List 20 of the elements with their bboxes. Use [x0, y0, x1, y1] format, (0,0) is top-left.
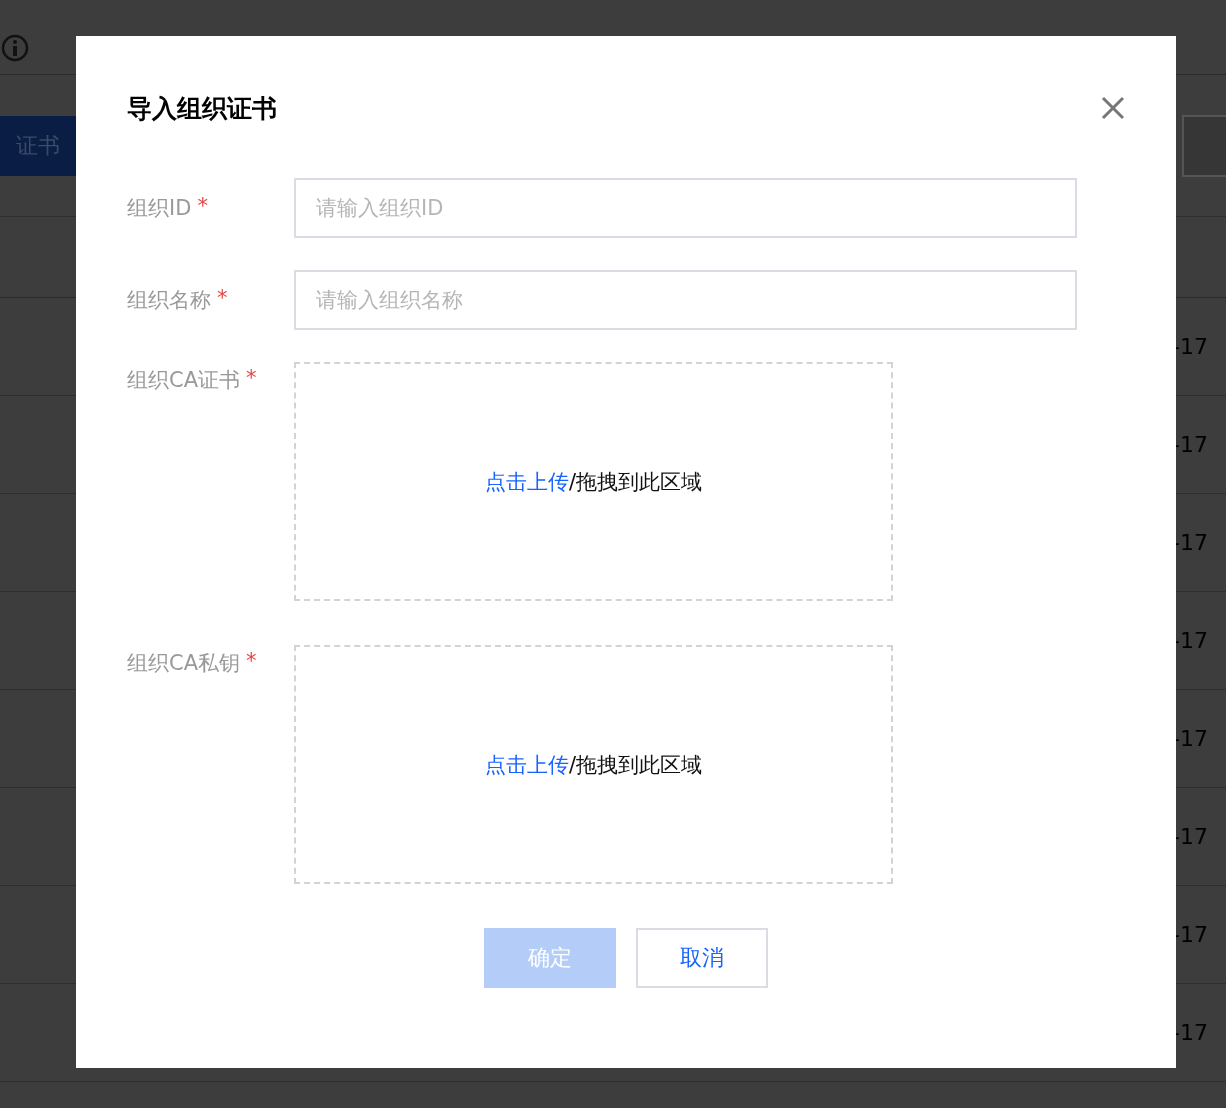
- field-label: 组织ID: [127, 195, 192, 222]
- upload-area[interactable]: 点击上传/拖拽到此区域: [294, 362, 893, 601]
- upload-area[interactable]: 点击上传/拖拽到此区域: [294, 645, 893, 884]
- field-label: 组织名称: [127, 287, 211, 314]
- field-label: 组织CA私钥: [127, 650, 241, 677]
- required-mark: *: [246, 649, 257, 673]
- required-mark: *: [197, 194, 208, 218]
- input-field[interactable]: 请输入组织ID: [294, 178, 1077, 238]
- dialog-title: 导入组织证书: [127, 92, 277, 125]
- required-mark: *: [217, 286, 228, 310]
- close-icon[interactable]: [1101, 96, 1125, 120]
- field-label: 组织CA证书: [127, 367, 241, 394]
- upload-link[interactable]: 点击上传: [484, 469, 569, 494]
- upload-hint: 点击上传/拖拽到此区域: [484, 751, 703, 779]
- cancel-button[interactable]: 取消: [636, 928, 768, 988]
- input-field[interactable]: 请输入组织名称: [294, 270, 1077, 330]
- upload-link[interactable]: 点击上传: [484, 752, 569, 777]
- info-icon: [1, 34, 29, 62]
- upload-hint: 点击上传/拖拽到此区域: [484, 468, 703, 496]
- required-mark: *: [246, 366, 257, 390]
